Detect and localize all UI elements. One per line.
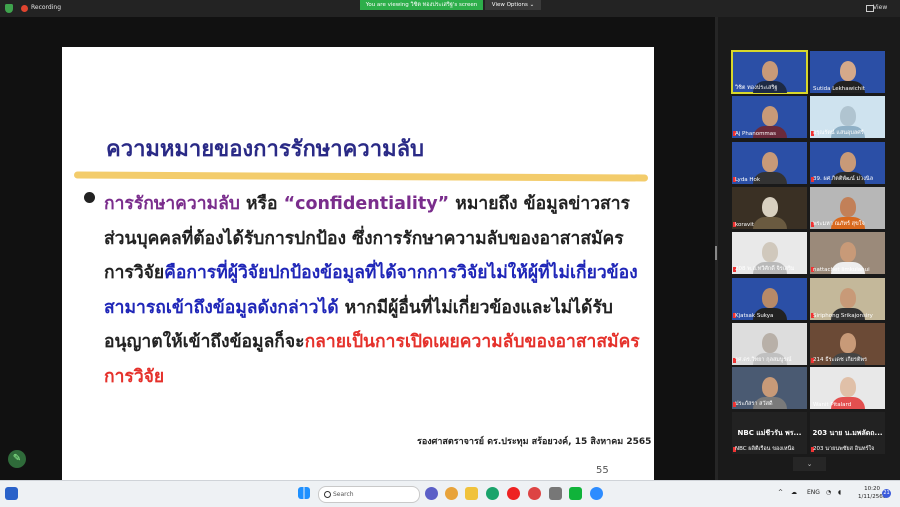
participant-face	[840, 377, 856, 397]
slide-citation: รองศาสตราจารย์ ดร.ประทุม สร้อยวงค์, 15 ส…	[417, 437, 652, 447]
participant-face	[762, 61, 778, 81]
gallery-scroll-down-button[interactable]: ⌄	[793, 457, 826, 471]
participant-name: 208 พ.อ.ทวีศักดิ์ จิรเสริม	[735, 266, 795, 272]
file-explorer-icon[interactable]	[465, 487, 478, 500]
chat-icon[interactable]	[425, 487, 438, 500]
recording-icon	[21, 5, 28, 12]
shield-icon[interactable]	[5, 4, 13, 13]
participant-tile[interactable]: วิชิต ทองประเสริฐ	[731, 50, 808, 94]
divider-handle[interactable]	[715, 246, 717, 260]
participant-tile[interactable]: รศ.ดร.วิทยา กุลสมบูรณ์	[732, 323, 807, 365]
participant-tile[interactable]: koravit	[732, 187, 807, 229]
edge-icon[interactable]	[486, 487, 499, 500]
participant-face	[840, 106, 856, 126]
participant-name: 203 นายนพชัยส อินทร์ใจ	[813, 446, 875, 452]
search-placeholder: Search	[333, 491, 354, 498]
participant-name: Lyda Hok	[735, 177, 761, 183]
notification-badge[interactable]: 21	[882, 489, 891, 498]
participant-name: nattachet limkulanui	[813, 267, 870, 273]
slide-body: การรักษาความลับ หรือ “confidentiality” ห…	[104, 187, 644, 394]
title-underline	[73, 171, 649, 182]
participant-tile[interactable]: Sutida Lekhawichit	[810, 51, 885, 93]
participant-name: koravit	[735, 222, 754, 228]
taskbar-search-input[interactable]: Search	[318, 486, 420, 503]
participant-tile[interactable]: nattachet limkulanui	[810, 232, 885, 274]
participant-tile[interactable]: Wanit Pitalard	[810, 367, 885, 409]
participant-face	[762, 333, 778, 353]
participant-tile[interactable]: 208 พ.อ.ทวีศักดิ์ จิรเสริม	[732, 232, 807, 274]
view-options-label: View Options	[491, 2, 528, 8]
participant-tile[interactable]: Aj Phanommas	[732, 96, 807, 138]
participant-tile[interactable]: Kjatsak Sukya	[732, 278, 807, 320]
view-options-button[interactable]: View Options ⌄	[485, 0, 541, 10]
participant-face	[840, 152, 856, 172]
speaker-icon[interactable]: ◖	[838, 489, 841, 496]
text-or: หรือ	[239, 194, 284, 214]
participant-tile[interactable]: NBC แม่ชีวรัน พร... NBC ผลิตีเรือน ของเหน…	[732, 412, 807, 454]
participant-face	[840, 61, 856, 81]
participant-name: วิชิต ทองประเสริฐ	[735, 85, 778, 91]
slide-title: ความหมายของการรักษาความลับ	[106, 137, 425, 162]
participant-tile[interactable]: Lyda Hok	[732, 142, 807, 184]
recording-label[interactable]: Recording	[31, 4, 61, 11]
participant-face	[762, 377, 778, 397]
participant-name: 214 ธีระเดช เกียรติพร	[813, 357, 867, 363]
participant-face	[840, 333, 856, 353]
participant-tile[interactable]: 39. ผศ.กิตติพัฒน์ ม่วงนิล	[810, 142, 885, 184]
participant-name: 39. ผศ.กิตติพัฒน์ ม่วงนิล	[813, 176, 874, 182]
participant-name: Kjatsak Sukya	[735, 313, 774, 319]
participant-face	[762, 288, 778, 308]
participant-face	[762, 197, 778, 217]
text-purple-term: การรักษาความลับ	[104, 194, 240, 214]
text-confidentiality: “confidentiality”	[283, 194, 450, 214]
search-icon	[324, 491, 331, 498]
participant-face	[762, 106, 778, 126]
participant-face	[840, 242, 856, 262]
participant-face	[840, 288, 856, 308]
participant-display-name: 203 นาย น.มพลัดถ...	[812, 429, 883, 437]
participant-face	[762, 152, 778, 172]
participant-panel: วิชิต ทองประเสริฐ Sutida Lekhawichit Aj Ph…	[718, 17, 900, 480]
annotate-pen-icon[interactable]: ✎	[8, 450, 26, 468]
participant-name: พระมหา ณภัทร์ สุขใจ	[813, 221, 865, 227]
browser-icon[interactable]	[528, 487, 541, 500]
participant-tile[interactable]: 214 ธีระเดช เกียรติพร	[810, 323, 885, 365]
view-button[interactable]: View	[873, 4, 887, 11]
participant-tile[interactable]: 203 นาย น.มพลัดถ... 203 นายนพชัยส อินทร์ใ…	[810, 412, 885, 454]
widgets-icon[interactable]	[5, 487, 18, 500]
opera-icon[interactable]	[507, 487, 520, 500]
participant-name: รศ.ดร.วิทยา กุลสมบูรณ์	[735, 357, 792, 363]
tray-chevron-icon[interactable]: ^	[778, 489, 783, 496]
participant-name: Aj Phanommas	[735, 131, 777, 137]
participant-face	[840, 197, 856, 217]
participant-name: Wanit Pitalard	[813, 402, 852, 408]
presentation-slide: ความหมายของการรักษาความลับ การรักษาความล…	[62, 47, 654, 493]
network-icon[interactable]: ☁	[791, 489, 797, 496]
participant-name: อรุณรัตน์ แสนอุบลศรี	[813, 130, 864, 136]
bullet-icon	[84, 192, 95, 203]
meeting-top-bar: Recording You are viewing วิชิต ทองประเส…	[0, 0, 900, 17]
language-indicator[interactable]: ENG	[807, 489, 820, 496]
participant-name: ประภัสรา สวัสดี	[735, 401, 773, 407]
start-icon[interactable]	[298, 487, 310, 499]
participant-tile[interactable]: Siriphong Srikajonsiry	[810, 278, 885, 320]
wifi-icon[interactable]: ◔	[826, 489, 831, 496]
windows-taskbar: Search ^ ☁ ENG ◔ ◖ 10:20 1/11/2566 21	[0, 480, 900, 507]
participant-tile[interactable]: พระมหา ณภัทร์ สุขใจ	[810, 187, 885, 229]
viewing-banner: You are viewing วิชิต ทองประเสริฐ's scre…	[360, 0, 483, 10]
app-icon[interactable]	[549, 487, 562, 500]
line-icon[interactable]	[569, 487, 582, 500]
participant-name: Siriphong Srikajonsiry	[813, 313, 873, 319]
participant-tile[interactable]: ประภัสรา สวัสดี	[732, 367, 807, 409]
participant-name: Sutida Lekhawichit	[813, 86, 865, 92]
slide-page-number: 55	[596, 465, 609, 476]
participant-tile[interactable]: อรุณรัตน์ แสนอุบลศรี	[810, 96, 885, 138]
chrome-icon[interactable]	[445, 487, 458, 500]
participant-face	[762, 242, 778, 262]
participant-display-name: NBC แม่ชีวรัน พร...	[737, 429, 802, 437]
zoom-icon[interactable]	[590, 487, 603, 500]
shared-screen: ความหมายของการรักษาความลับ การรักษาความล…	[0, 17, 715, 493]
participant-name: NBC ผลิตีเรือน ของเหนือ	[735, 446, 795, 452]
